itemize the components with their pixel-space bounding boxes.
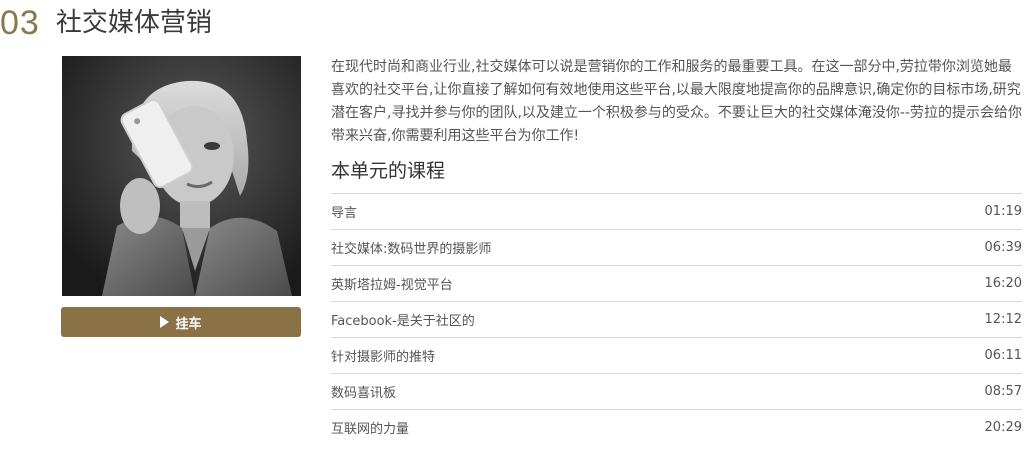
lesson-duration: 12:12 bbox=[984, 311, 1022, 327]
lesson-duration: 01:19 bbox=[984, 203, 1022, 219]
lesson-title: 社交媒体:数码世界的摄影师 bbox=[331, 241, 492, 257]
lesson-title: 针对摄影师的推特 bbox=[331, 349, 436, 365]
lesson-title: 数码喜讯板 bbox=[331, 385, 397, 401]
trailer-play-button[interactable]: 挂车 bbox=[61, 307, 301, 337]
unit-title: 社交媒体营销 bbox=[55, 8, 212, 38]
lesson-duration: 16:20 bbox=[984, 275, 1022, 291]
lesson-duration: 20:29 bbox=[984, 419, 1022, 435]
play-button-label: 挂车 bbox=[175, 316, 202, 332]
lesson-title: Facebook-是关于社区的 bbox=[331, 313, 475, 329]
course-unit-page: 03 社交媒体营销 挂车 在现代时尚和商业行业,社交媒体可以说是营销你的工作和服… bbox=[0, 0, 1027, 452]
portrait-photo bbox=[62, 56, 301, 296]
unit-description: 在现代时尚和商业行业,社交媒体可以说是营销你的工作和服务的最重要工具。在这一部分… bbox=[331, 59, 1023, 144]
lesson-row[interactable]: 导言 01:19 bbox=[331, 194, 1022, 230]
lesson-title: 英斯塔拉姆-视觉平台 bbox=[331, 277, 453, 293]
lesson-title: 导言 bbox=[331, 205, 358, 221]
lesson-duration: 06:11 bbox=[984, 347, 1022, 363]
lesson-duration: 08:57 bbox=[984, 383, 1022, 399]
play-icon bbox=[160, 316, 170, 328]
lesson-row[interactable]: 互联网的力量 20:29 bbox=[331, 410, 1022, 445]
lesson-row[interactable]: 数码喜讯板 08:57 bbox=[331, 374, 1022, 410]
unit-content: 在现代时尚和商业行业,社交媒体可以说是营销你的工作和服务的最重要工具。在这一部分… bbox=[331, 56, 1022, 445]
lesson-row[interactable]: 社交媒体:数码世界的摄影师 06:39 bbox=[331, 230, 1022, 266]
unit-number: 03 bbox=[0, 4, 40, 42]
lesson-row[interactable]: 针对摄影师的推特 06:11 bbox=[331, 338, 1022, 374]
lesson-row[interactable]: 英斯塔拉姆-视觉平台 16:20 bbox=[331, 266, 1022, 302]
lessons-heading: 本单元的课程 bbox=[331, 160, 446, 182]
lesson-row[interactable]: Facebook-是关于社区的 12:12 bbox=[331, 302, 1022, 338]
unit-header: 03 社交媒体营销 bbox=[0, 0, 212, 46]
lessons-list: 导言 01:19 社交媒体:数码世界的摄影师 06:39 英斯塔拉姆-视觉平台 … bbox=[331, 192, 1022, 445]
instructor-photo bbox=[62, 56, 301, 296]
lesson-title: 互联网的力量 bbox=[331, 421, 410, 437]
lesson-duration: 06:39 bbox=[984, 239, 1022, 255]
